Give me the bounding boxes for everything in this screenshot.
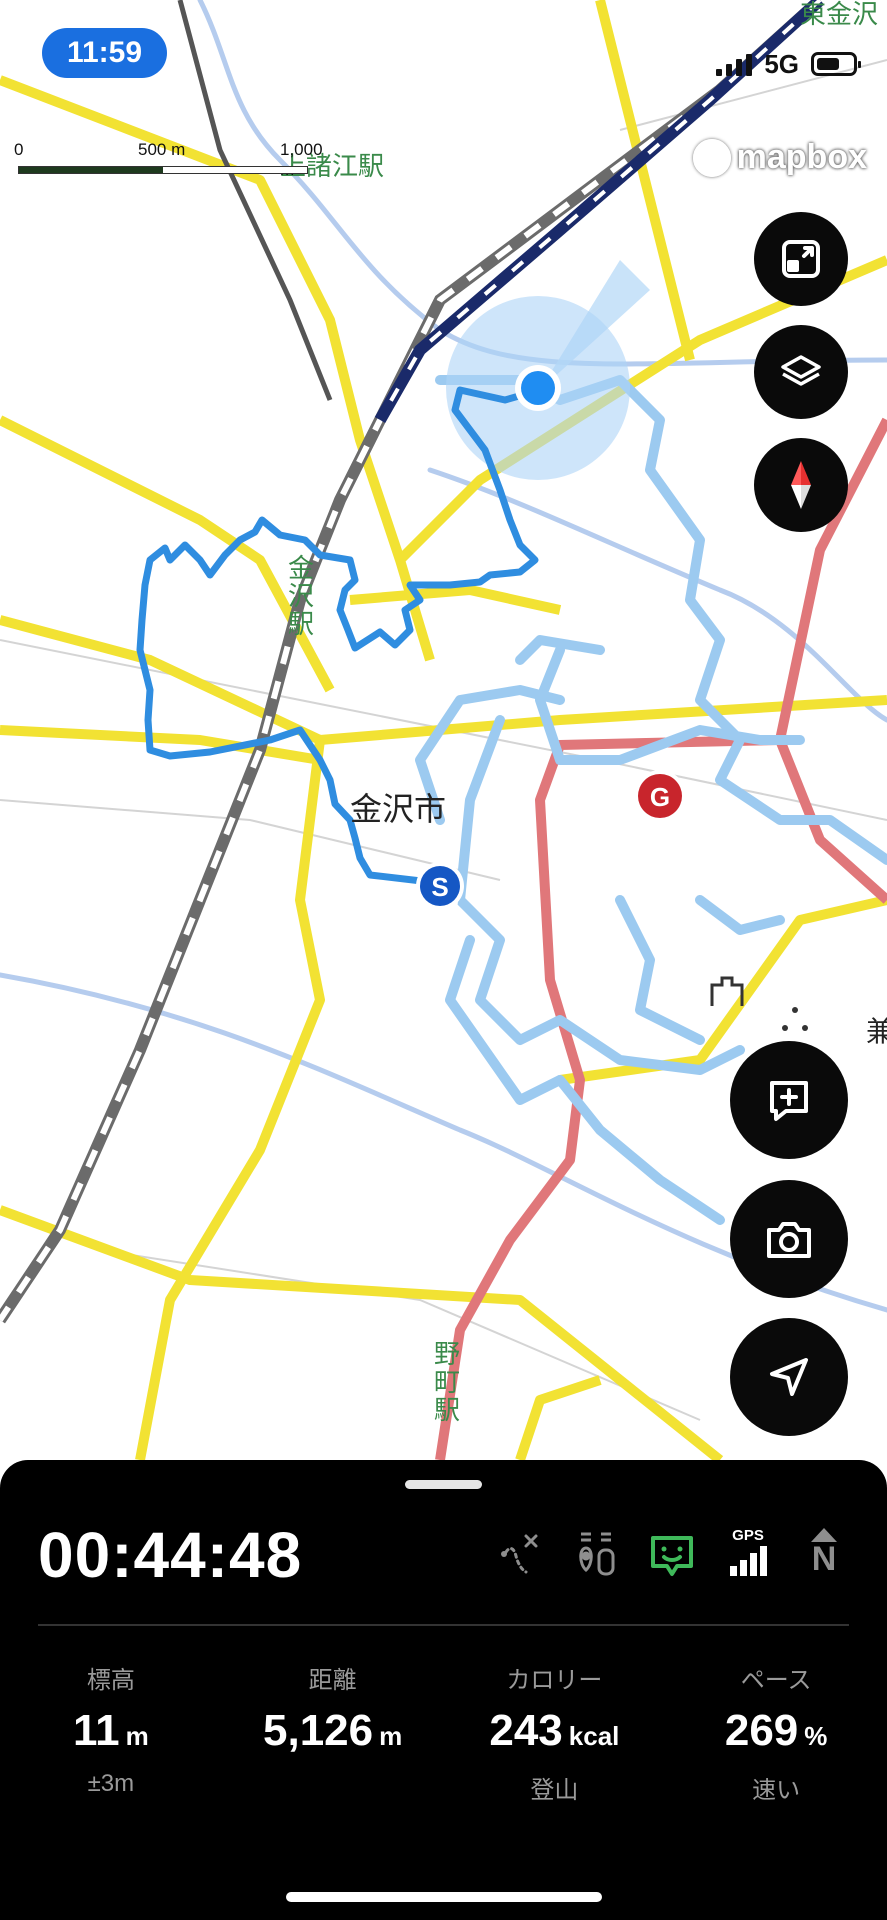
signal-icon	[716, 52, 753, 76]
panel-divider	[38, 1624, 849, 1626]
status-right: 5G	[716, 46, 861, 82]
compass-button[interactable]	[754, 438, 848, 532]
distance-label: 距離	[308, 1667, 357, 1694]
city-label: 金沢市	[350, 791, 447, 827]
gps-label: GPS	[732, 1527, 764, 1544]
activity-type: 登山	[530, 1777, 579, 1804]
pace-value: 269%	[724, 1706, 828, 1755]
scale-zero: 0	[14, 140, 24, 159]
gps-signal-icon[interactable]: GPS	[725, 1526, 771, 1578]
pace-rating: 速い	[752, 1777, 801, 1804]
scale-end: 1,000 m	[280, 140, 323, 179]
battery-icon	[811, 52, 861, 76]
face-icon[interactable]	[649, 1526, 695, 1578]
pace-stat: ペース 269% 速い	[665, 1660, 887, 1805]
mapbox-wordmark: mapbox	[736, 138, 867, 176]
elapsed-timer: 00:44:48	[38, 1519, 303, 1591]
compass-icon	[791, 461, 811, 509]
elevation-label: 標高	[86, 1667, 135, 1694]
camera-icon	[767, 1222, 811, 1258]
nomachi-station-label: 野 町 駅	[433, 1339, 460, 1425]
pace-label: ペース	[740, 1667, 812, 1694]
goal-marker-label: G	[650, 782, 670, 812]
layers-icon	[781, 355, 821, 386]
expand-icon	[782, 240, 820, 278]
calorie-stat: カロリー 243 kcal 登山	[444, 1660, 666, 1805]
add-note-button[interactable]	[730, 1041, 848, 1159]
status-time: 11:59	[42, 28, 167, 78]
map-scale: 0 500 m 1,000 m	[14, 140, 323, 180]
activity-panel: 00:44:48 GPS N 標高 11 m ±3m 距離 5,126 m カロ…	[0, 1460, 887, 1920]
locate-button[interactable]	[730, 1318, 848, 1436]
layers-button[interactable]	[754, 325, 848, 419]
route-off-icon[interactable]	[497, 1526, 543, 1578]
calorie-value: 243 kcal	[489, 1706, 620, 1755]
north-label: N	[811, 1540, 837, 1578]
navigation-arrow-icon	[770, 1358, 808, 1396]
right-edge-label: 兼	[866, 1016, 887, 1047]
tracking-status-icons: GPS N	[497, 1526, 847, 1578]
north-icon[interactable]: N	[801, 1526, 847, 1578]
start-marker-label: S	[431, 872, 448, 902]
kanazawa-station-label: 金 沢 駅	[287, 553, 314, 639]
elevation-stat: 標高 11 m ±3m	[0, 1660, 222, 1805]
current-location-dot	[521, 371, 555, 405]
calorie-label: カロリー	[506, 1667, 603, 1694]
elevation-value: 11 m	[73, 1706, 149, 1755]
mapbox-logo-icon	[692, 138, 731, 177]
add-note-icon	[770, 1081, 808, 1121]
mapbox-attribution[interactable]: mapbox	[692, 138, 867, 177]
distance-value: 5,126 m	[263, 1706, 403, 1755]
distance-stat: 距離 5,126 m	[222, 1660, 444, 1805]
panel-drag-handle[interactable]	[405, 1480, 482, 1489]
camera-button[interactable]	[730, 1180, 848, 1298]
stats-row: 標高 11 m ±3m 距離 5,126 m カロリー 243 kcal 登山 ペース…	[0, 1660, 887, 1805]
elevation-accuracy: ±3m	[87, 1770, 135, 1797]
hiker-icon[interactable]	[573, 1526, 619, 1578]
scale-bar	[18, 166, 308, 174]
top-edge-label: 東金沢	[800, 0, 879, 29]
scale-mid: 500 m	[138, 140, 186, 159]
home-indicator[interactable]	[286, 1892, 602, 1902]
network-label: 5G	[764, 48, 799, 79]
expand-button[interactable]	[754, 212, 848, 306]
